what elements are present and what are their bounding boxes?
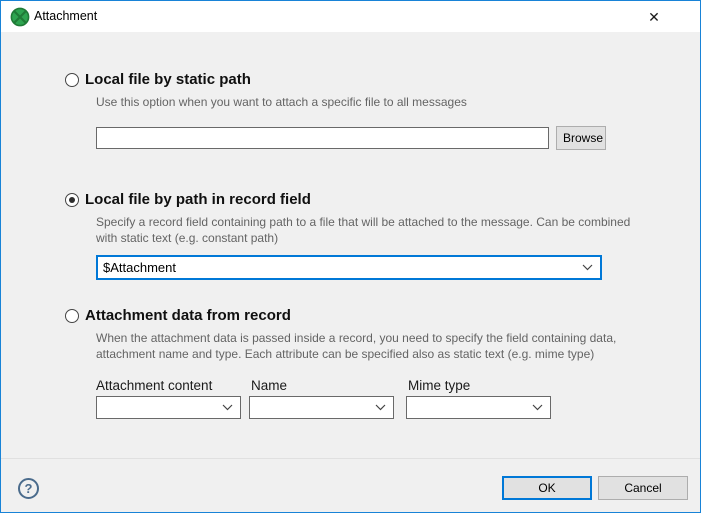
help-icon[interactable]: ? (18, 478, 39, 499)
chevron-down-icon[interactable] (532, 404, 550, 411)
ok-button[interactable]: OK (502, 476, 592, 500)
option-label-static-path: Local file by static path (85, 71, 251, 88)
option-description-static-path: Use this option when you want to attach … (96, 94, 467, 110)
record-field-combobox-value: $Attachment (103, 260, 176, 275)
option-label-data-from-record: Attachment data from record (85, 307, 291, 324)
chevron-down-icon[interactable] (582, 264, 600, 271)
chevron-down-icon[interactable] (375, 404, 393, 411)
mime-type-combobox[interactable] (406, 396, 551, 419)
name-combobox[interactable] (249, 396, 394, 419)
record-field-combobox[interactable]: $Attachment (96, 255, 602, 280)
window-title: Attachment (34, 1, 97, 32)
radio-attachment-data-from-record[interactable] (65, 309, 79, 323)
app-logo-icon (10, 7, 30, 27)
radio-local-file-record-field[interactable] (65, 193, 79, 207)
option-description-record-field: Specify a record field containing path t… (96, 214, 630, 246)
chevron-down-icon[interactable] (222, 404, 240, 411)
radio-local-file-static-path[interactable] (65, 73, 79, 87)
close-icon[interactable]: ✕ (637, 5, 671, 29)
option-description-data-from-record: When the attachment data is passed insid… (96, 330, 616, 362)
browse-button[interactable]: Browse (556, 126, 606, 150)
name-label: Name (251, 378, 287, 393)
option-label-record-field: Local file by path in record field (85, 191, 311, 208)
attachment-dialog: Attachment ✕ Local file by static path U… (0, 0, 701, 513)
static-path-input[interactable] (96, 127, 549, 149)
footer-divider (1, 458, 700, 459)
cancel-button[interactable]: Cancel (598, 476, 688, 500)
titlebar[interactable]: Attachment ✕ (1, 1, 700, 32)
mime-type-label: Mime type (408, 378, 470, 393)
attachment-content-label: Attachment content (96, 378, 212, 393)
attachment-content-combobox[interactable] (96, 396, 241, 419)
